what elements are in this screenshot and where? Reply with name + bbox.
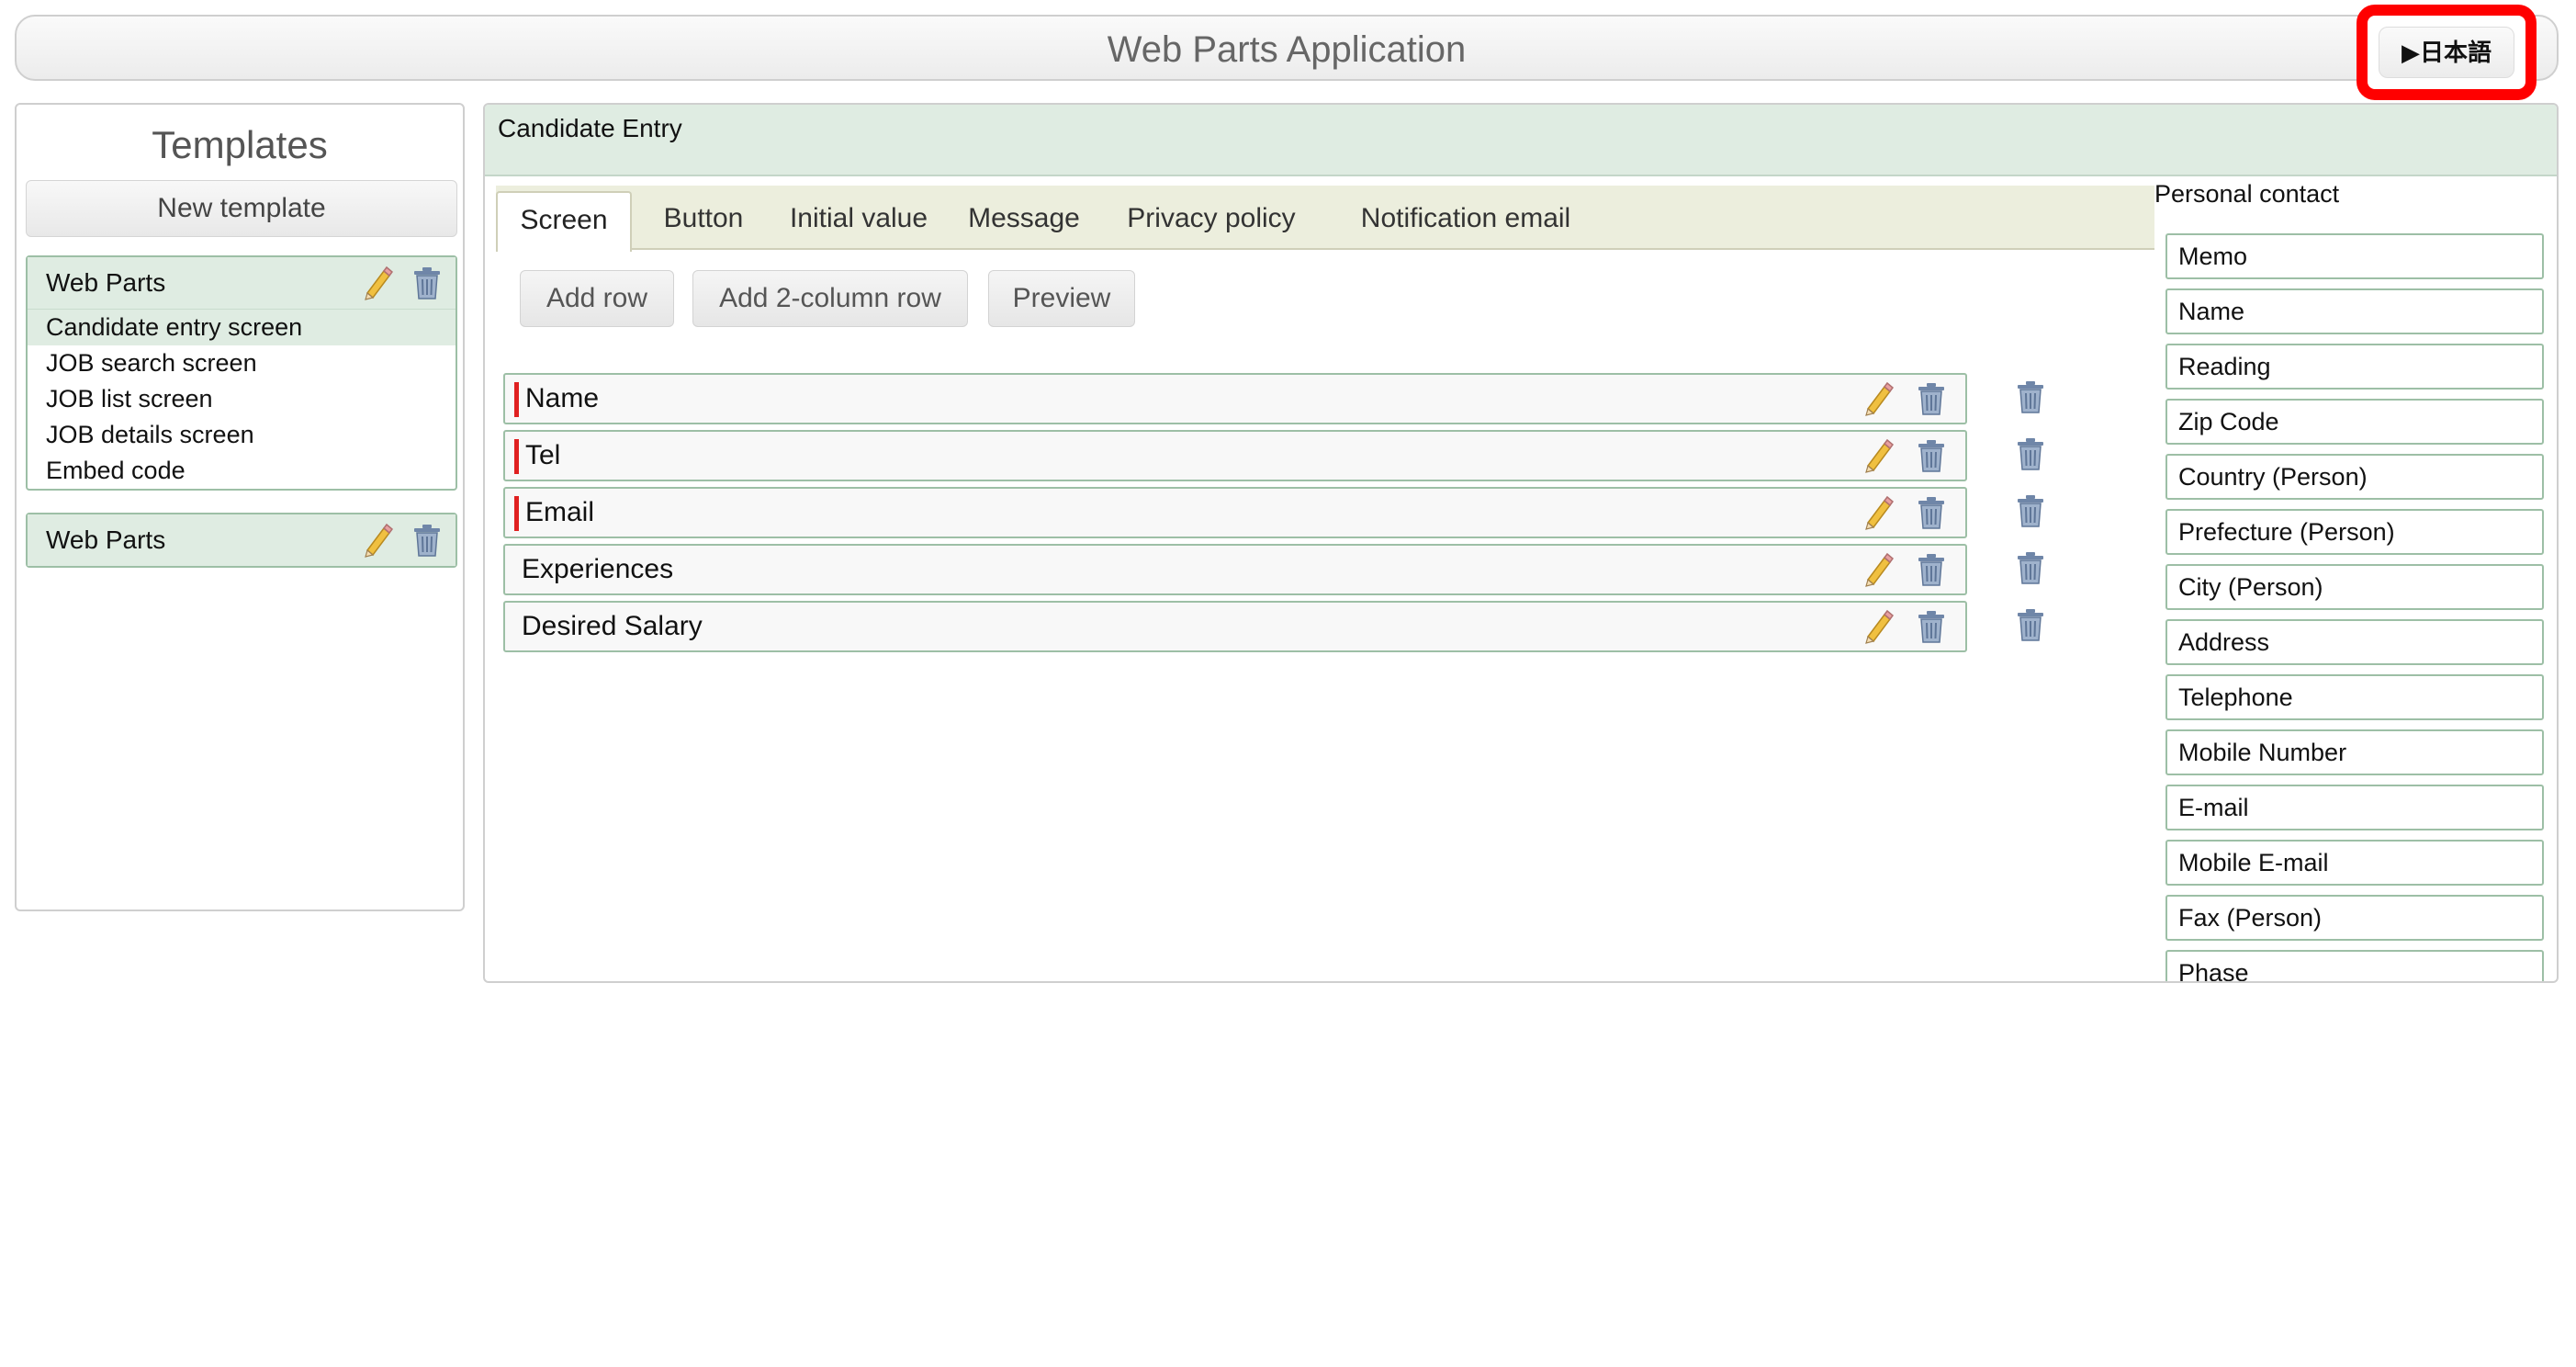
- tabs-bar: Screen Button Initial value Message Priv…: [496, 186, 2154, 252]
- add-2-column-row-button[interactable]: Add 2-column row: [692, 270, 968, 327]
- template-list: Candidate entry screen JOB search screen…: [28, 310, 456, 489]
- template-item[interactable]: JOB list screen: [28, 381, 456, 417]
- form-row[interactable]: Experiences: [503, 544, 1967, 595]
- template-group-label: Web Parts: [46, 268, 166, 297]
- field-item[interactable]: Memo: [2165, 233, 2544, 279]
- editor-header: Candidate Entry: [485, 105, 2557, 176]
- tab-notification-email[interactable]: Notification email: [1328, 191, 1603, 250]
- trash-icon[interactable]: [411, 523, 443, 558]
- pencil-icon[interactable]: [1862, 495, 1894, 530]
- form-row[interactable]: Name: [503, 373, 1967, 424]
- editor-panel: Candidate Entry Screen Button Initial va…: [483, 103, 2559, 983]
- tab-message[interactable]: Message: [955, 191, 1093, 250]
- trash-icon[interactable]: [2015, 493, 2046, 528]
- required-marker: [514, 382, 519, 417]
- trash-icon[interactable]: [1916, 495, 1947, 530]
- field-item[interactable]: Name: [2165, 288, 2544, 334]
- template-item[interactable]: JOB search screen: [28, 345, 456, 381]
- trash-icon[interactable]: [1916, 552, 1947, 587]
- trash-icon[interactable]: [2015, 550, 2046, 585]
- trash-icon[interactable]: [2015, 436, 2046, 471]
- templates-panel: Templates New template Web Parts Candida…: [15, 103, 465, 911]
- template-group-label: Web Parts: [46, 525, 166, 554]
- tab-button[interactable]: Button: [648, 191, 759, 250]
- pencil-icon[interactable]: [1862, 438, 1894, 473]
- app-header: Web Parts Application: [15, 15, 2559, 81]
- editor-title: Candidate Entry: [498, 114, 682, 142]
- template-item[interactable]: Candidate entry screen: [28, 310, 456, 345]
- pencil-icon[interactable]: [1862, 609, 1894, 644]
- trash-icon[interactable]: [1916, 381, 1947, 416]
- field-item[interactable]: Country (Person): [2165, 454, 2544, 500]
- template-group: Web Parts: [26, 513, 457, 568]
- pencil-icon[interactable]: [1862, 552, 1894, 587]
- required-marker: [514, 496, 519, 531]
- preview-button[interactable]: Preview: [988, 270, 1135, 327]
- trash-icon[interactable]: [2015, 379, 2046, 414]
- template-item[interactable]: JOB details screen: [28, 417, 456, 453]
- form-row[interactable]: Desired Salary: [503, 601, 1967, 652]
- field-item[interactable]: Zip Code: [2165, 399, 2544, 445]
- form-row-label: Desired Salary: [522, 611, 703, 641]
- pencil-icon[interactable]: [362, 523, 393, 558]
- form-row[interactable]: Email: [503, 487, 1967, 538]
- form-row[interactable]: Tel: [503, 430, 1967, 481]
- form-row-label: Experiences: [522, 554, 674, 584]
- field-item[interactable]: Prefecture (Person): [2165, 509, 2544, 555]
- personal-contact-title: Personal contact: [2154, 180, 2340, 208]
- field-item[interactable]: Address: [2165, 619, 2544, 665]
- field-item[interactable]: Mobile E-mail: [2165, 840, 2544, 886]
- template-item[interactable]: Embed code: [28, 453, 456, 489]
- template-group: Web Parts Candidate entry screen JOB sea…: [26, 255, 457, 491]
- language-switch-button[interactable]: ▶日本語: [2379, 27, 2514, 78]
- form-row-label: Email: [525, 497, 595, 527]
- tab-privacy-policy[interactable]: Privacy policy: [1109, 191, 1313, 250]
- app-title: Web Parts Application: [1107, 29, 1467, 70]
- field-item[interactable]: City (Person): [2165, 564, 2544, 610]
- pencil-icon[interactable]: [1862, 381, 1894, 416]
- trash-icon[interactable]: [411, 265, 443, 300]
- template-group-header: Web Parts: [28, 257, 456, 310]
- form-row-label: Tel: [525, 440, 561, 470]
- pencil-icon[interactable]: [362, 265, 393, 300]
- field-item[interactable]: Telephone: [2165, 674, 2544, 720]
- field-item[interactable]: Mobile Number: [2165, 729, 2544, 775]
- new-template-button[interactable]: New template: [26, 180, 457, 237]
- template-group-header: Web Parts: [28, 514, 456, 566]
- trash-icon[interactable]: [2015, 607, 2046, 642]
- field-item[interactable]: Phase: [2165, 950, 2544, 981]
- trash-icon[interactable]: [1916, 438, 1947, 473]
- add-row-button[interactable]: Add row: [520, 270, 674, 327]
- tab-screen[interactable]: Screen: [496, 191, 632, 252]
- required-marker: [514, 439, 519, 474]
- tab-initial-value[interactable]: Initial value: [781, 191, 937, 250]
- field-item[interactable]: Reading: [2165, 344, 2544, 390]
- templates-title: Templates: [152, 123, 328, 166]
- field-item[interactable]: E-mail: [2165, 785, 2544, 830]
- field-item[interactable]: Fax (Person): [2165, 895, 2544, 941]
- form-row-label: Name: [525, 383, 600, 413]
- trash-icon[interactable]: [1916, 609, 1947, 644]
